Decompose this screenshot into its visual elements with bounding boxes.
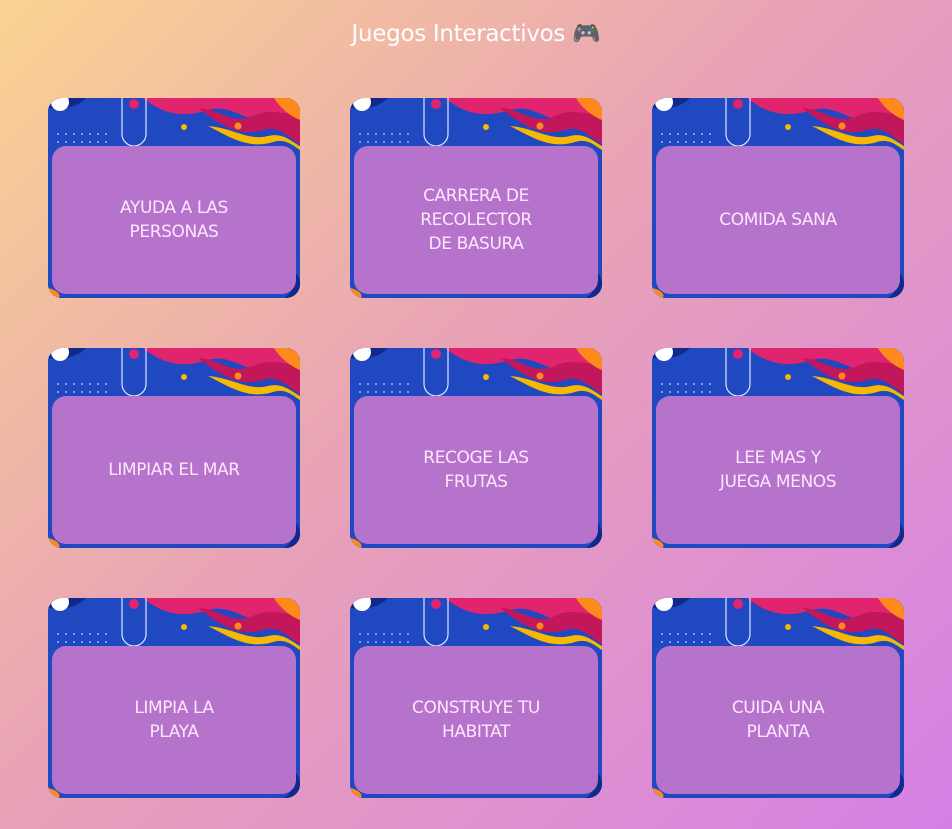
game-card-recoge-las-frutas[interactable]: RECOGE LAS FRUTAS: [350, 348, 602, 548]
card-panel: RECOGE LAS FRUTAS: [354, 396, 598, 544]
game-card-label: LIMPIA LA PLAYA: [134, 698, 214, 742]
games-grid: AYUDA A LAS PERSONAS CARRERA DE RECOLECT…: [48, 98, 904, 798]
game-card-label: CARRERA DE RECOLECTOR DE BASURA: [420, 186, 532, 254]
game-card-label: AYUDA A LAS PERSONAS: [120, 198, 228, 242]
card-panel: LEE MAS Y JUEGA MENOS: [656, 396, 900, 544]
game-card-ayuda-a-las-personas[interactable]: AYUDA A LAS PERSONAS: [48, 98, 300, 298]
card-panel: LIMPIA LA PLAYA: [52, 646, 296, 794]
card-panel: LIMPIAR EL MAR: [52, 396, 296, 544]
card-panel: AYUDA A LAS PERSONAS: [52, 146, 296, 294]
game-card-limpia-la-playa[interactable]: LIMPIA LA PLAYA: [48, 598, 300, 798]
game-card-carrera-de-recolector-de-basura[interactable]: CARRERA DE RECOLECTOR DE BASURA: [350, 98, 602, 298]
page-title: Juegos Interactivos 🎮: [351, 21, 601, 47]
game-card-construye-tu-habitat[interactable]: CONSTRUYE TU HABITAT: [350, 598, 602, 798]
game-card-lee-mas-y-juega-menos[interactable]: LEE MAS Y JUEGA MENOS: [652, 348, 904, 548]
game-card-label: CUIDA UNA PLANTA: [731, 698, 825, 742]
card-panel: CARRERA DE RECOLECTOR DE BASURA: [354, 146, 598, 294]
game-card-cuida-una-planta[interactable]: CUIDA UNA PLANTA: [652, 598, 904, 798]
game-card-label: RECOGE LAS FRUTAS: [423, 448, 529, 492]
card-panel: COMIDA SANA: [656, 146, 900, 294]
game-card-label: LIMPIAR EL MAR: [108, 460, 240, 480]
game-card-label: LEE MAS Y JUEGA MENOS: [719, 448, 837, 492]
game-card-limpiar-el-mar[interactable]: LIMPIAR EL MAR: [48, 348, 300, 548]
card-panel: CUIDA UNA PLANTA: [656, 646, 900, 794]
game-card-label: CONSTRUYE TU HABITAT: [412, 698, 540, 742]
game-card-comida-sana[interactable]: COMIDA SANA: [652, 98, 904, 298]
card-panel: CONSTRUYE TU HABITAT: [354, 646, 598, 794]
game-card-label: COMIDA SANA: [719, 210, 837, 230]
